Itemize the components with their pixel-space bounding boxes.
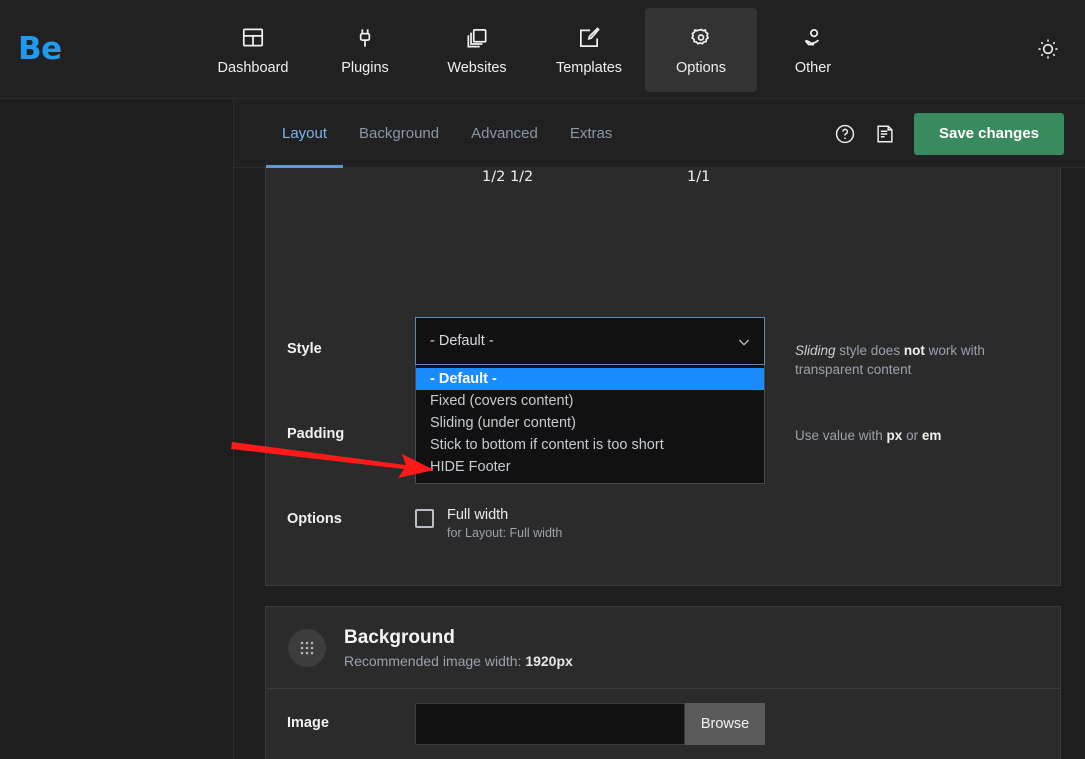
background-panel-titles: Background Recommended image width: 1920…: [344, 627, 573, 669]
nav-label: Other: [794, 59, 832, 76]
padding-row-hint: Use value with px or em: [795, 426, 1035, 445]
fullwidth-control: Full width for Layout: Full width: [415, 507, 562, 540]
tab-label: Layout: [282, 125, 328, 142]
background-panel: Background Recommended image width: 1920…: [265, 606, 1061, 759]
copy-layers-icon: [464, 25, 490, 51]
image-row: Image Browse: [266, 689, 1060, 759]
fullwidth-text: Full width for Layout: Full width: [447, 507, 562, 540]
nav-item-plugins[interactable]: Plugins: [309, 8, 421, 92]
tab-list: Layout Background Advanced Extras: [266, 99, 628, 168]
padding-row-label: Padding: [287, 426, 345, 442]
chevron-down-icon: [736, 334, 752, 350]
tab-layout[interactable]: Layout: [266, 99, 344, 168]
grid-label-full: 1/1: [687, 169, 711, 185]
style-select[interactable]: - Default -: [415, 317, 765, 365]
dots-grid-icon: [288, 628, 326, 667]
plug-icon: [352, 25, 378, 51]
style-option-hide-footer[interactable]: HIDE Footer: [416, 456, 764, 478]
style-row-label: Style: [287, 341, 322, 357]
nav-item-dashboard[interactable]: Dashboard: [197, 8, 309, 92]
padding-hint-middle: or: [902, 428, 922, 443]
settings-tab-bar: Layout Background Advanced Extras Save c…: [234, 99, 1085, 168]
padding-hint-em: em: [921, 428, 942, 443]
style-select-wrapper: - Default - - Default - Fixed (covers co…: [415, 317, 765, 484]
edit-document-icon: [576, 25, 602, 51]
tab-background[interactable]: Background: [343, 99, 455, 168]
top-header: Be Dashboard Plugins Websites Templates …: [0, 0, 1085, 99]
tab-label: Background: [359, 125, 440, 142]
style-option-fixed[interactable]: Fixed (covers content): [416, 390, 764, 412]
image-row-label: Image: [287, 715, 329, 731]
nav-label: Dashboard: [217, 59, 289, 76]
background-panel-title: Background: [344, 626, 455, 648]
brand-logo[interactable]: Be: [18, 31, 62, 67]
padding-hint-px: px: [886, 428, 903, 443]
style-option-sliding[interactable]: Sliding (under content): [416, 412, 764, 434]
browse-button[interactable]: Browse: [685, 703, 765, 745]
hand-user-icon: [800, 25, 826, 51]
style-hint-bold: not: [903, 343, 925, 358]
gear-icon: [688, 25, 714, 51]
fullwidth-checkbox[interactable]: [415, 509, 434, 528]
save-changes-button[interactable]: Save changes: [914, 112, 1064, 155]
options-row-label: Options: [287, 511, 342, 527]
style-select-value: - Default -: [430, 333, 494, 349]
style-options-list: - Default - Fixed (covers content) Slidi…: [415, 365, 765, 484]
nav-label: Options: [676, 59, 726, 76]
bg-sub-value: 1920px: [525, 652, 573, 669]
nav-label: Websites: [447, 59, 507, 76]
image-path-input[interactable]: [415, 703, 685, 745]
style-hint-pre: style does: [835, 343, 904, 358]
document-lines-icon[interactable]: [874, 123, 896, 145]
nav-item-options[interactable]: Options: [645, 8, 757, 92]
style-option-stick-to-bottom[interactable]: Stick to bottom if content is too short: [416, 434, 764, 456]
fullwidth-label: Full width: [447, 507, 509, 523]
nav-label: Templates: [555, 59, 623, 76]
nav-item-other[interactable]: Other: [757, 8, 869, 92]
nav-item-templates[interactable]: Templates: [533, 8, 645, 92]
layout-panel: 1/2 1/2 1/1 Style - Default - - Default …: [265, 168, 1061, 586]
fullwidth-sublabel: for Layout: Full width: [447, 526, 563, 540]
main-navigation: Dashboard Plugins Websites Templates Opt…: [197, 8, 869, 92]
style-hint-italic: Sliding: [795, 343, 836, 358]
style-row-hint: Sliding style does not work with transpa…: [795, 341, 1035, 379]
settings-content: 1/2 1/2 1/1 Style - Default - - Default …: [234, 168, 1085, 759]
sun-icon[interactable]: [1035, 36, 1061, 62]
style-option-default[interactable]: - Default -: [416, 368, 764, 390]
padding-hint-prefix: Use value with: [795, 428, 887, 443]
background-panel-header: Background Recommended image width: 1920…: [266, 607, 1060, 689]
nav-item-websites[interactable]: Websites: [421, 8, 533, 92]
left-rail: [0, 99, 234, 759]
bg-sub-prefix: Recommended image width:: [344, 652, 526, 669]
background-panel-subtitle: Recommended image width: 1920px: [344, 653, 573, 669]
tab-label: Extras: [569, 125, 613, 142]
nav-label: Plugins: [341, 59, 389, 76]
question-circle-icon[interactable]: [834, 123, 856, 145]
grid-preview: 1/2 1/2 1/1: [266, 168, 1060, 310]
tab-bar-actions: Save changes: [834, 99, 1064, 168]
grid-label-half-half: 1/2 1/2: [482, 169, 534, 185]
tab-extras[interactable]: Extras: [554, 99, 629, 168]
dashboard-grid-icon: [240, 25, 266, 51]
tab-label: Advanced: [471, 125, 538, 142]
tab-advanced[interactable]: Advanced: [455, 99, 554, 168]
